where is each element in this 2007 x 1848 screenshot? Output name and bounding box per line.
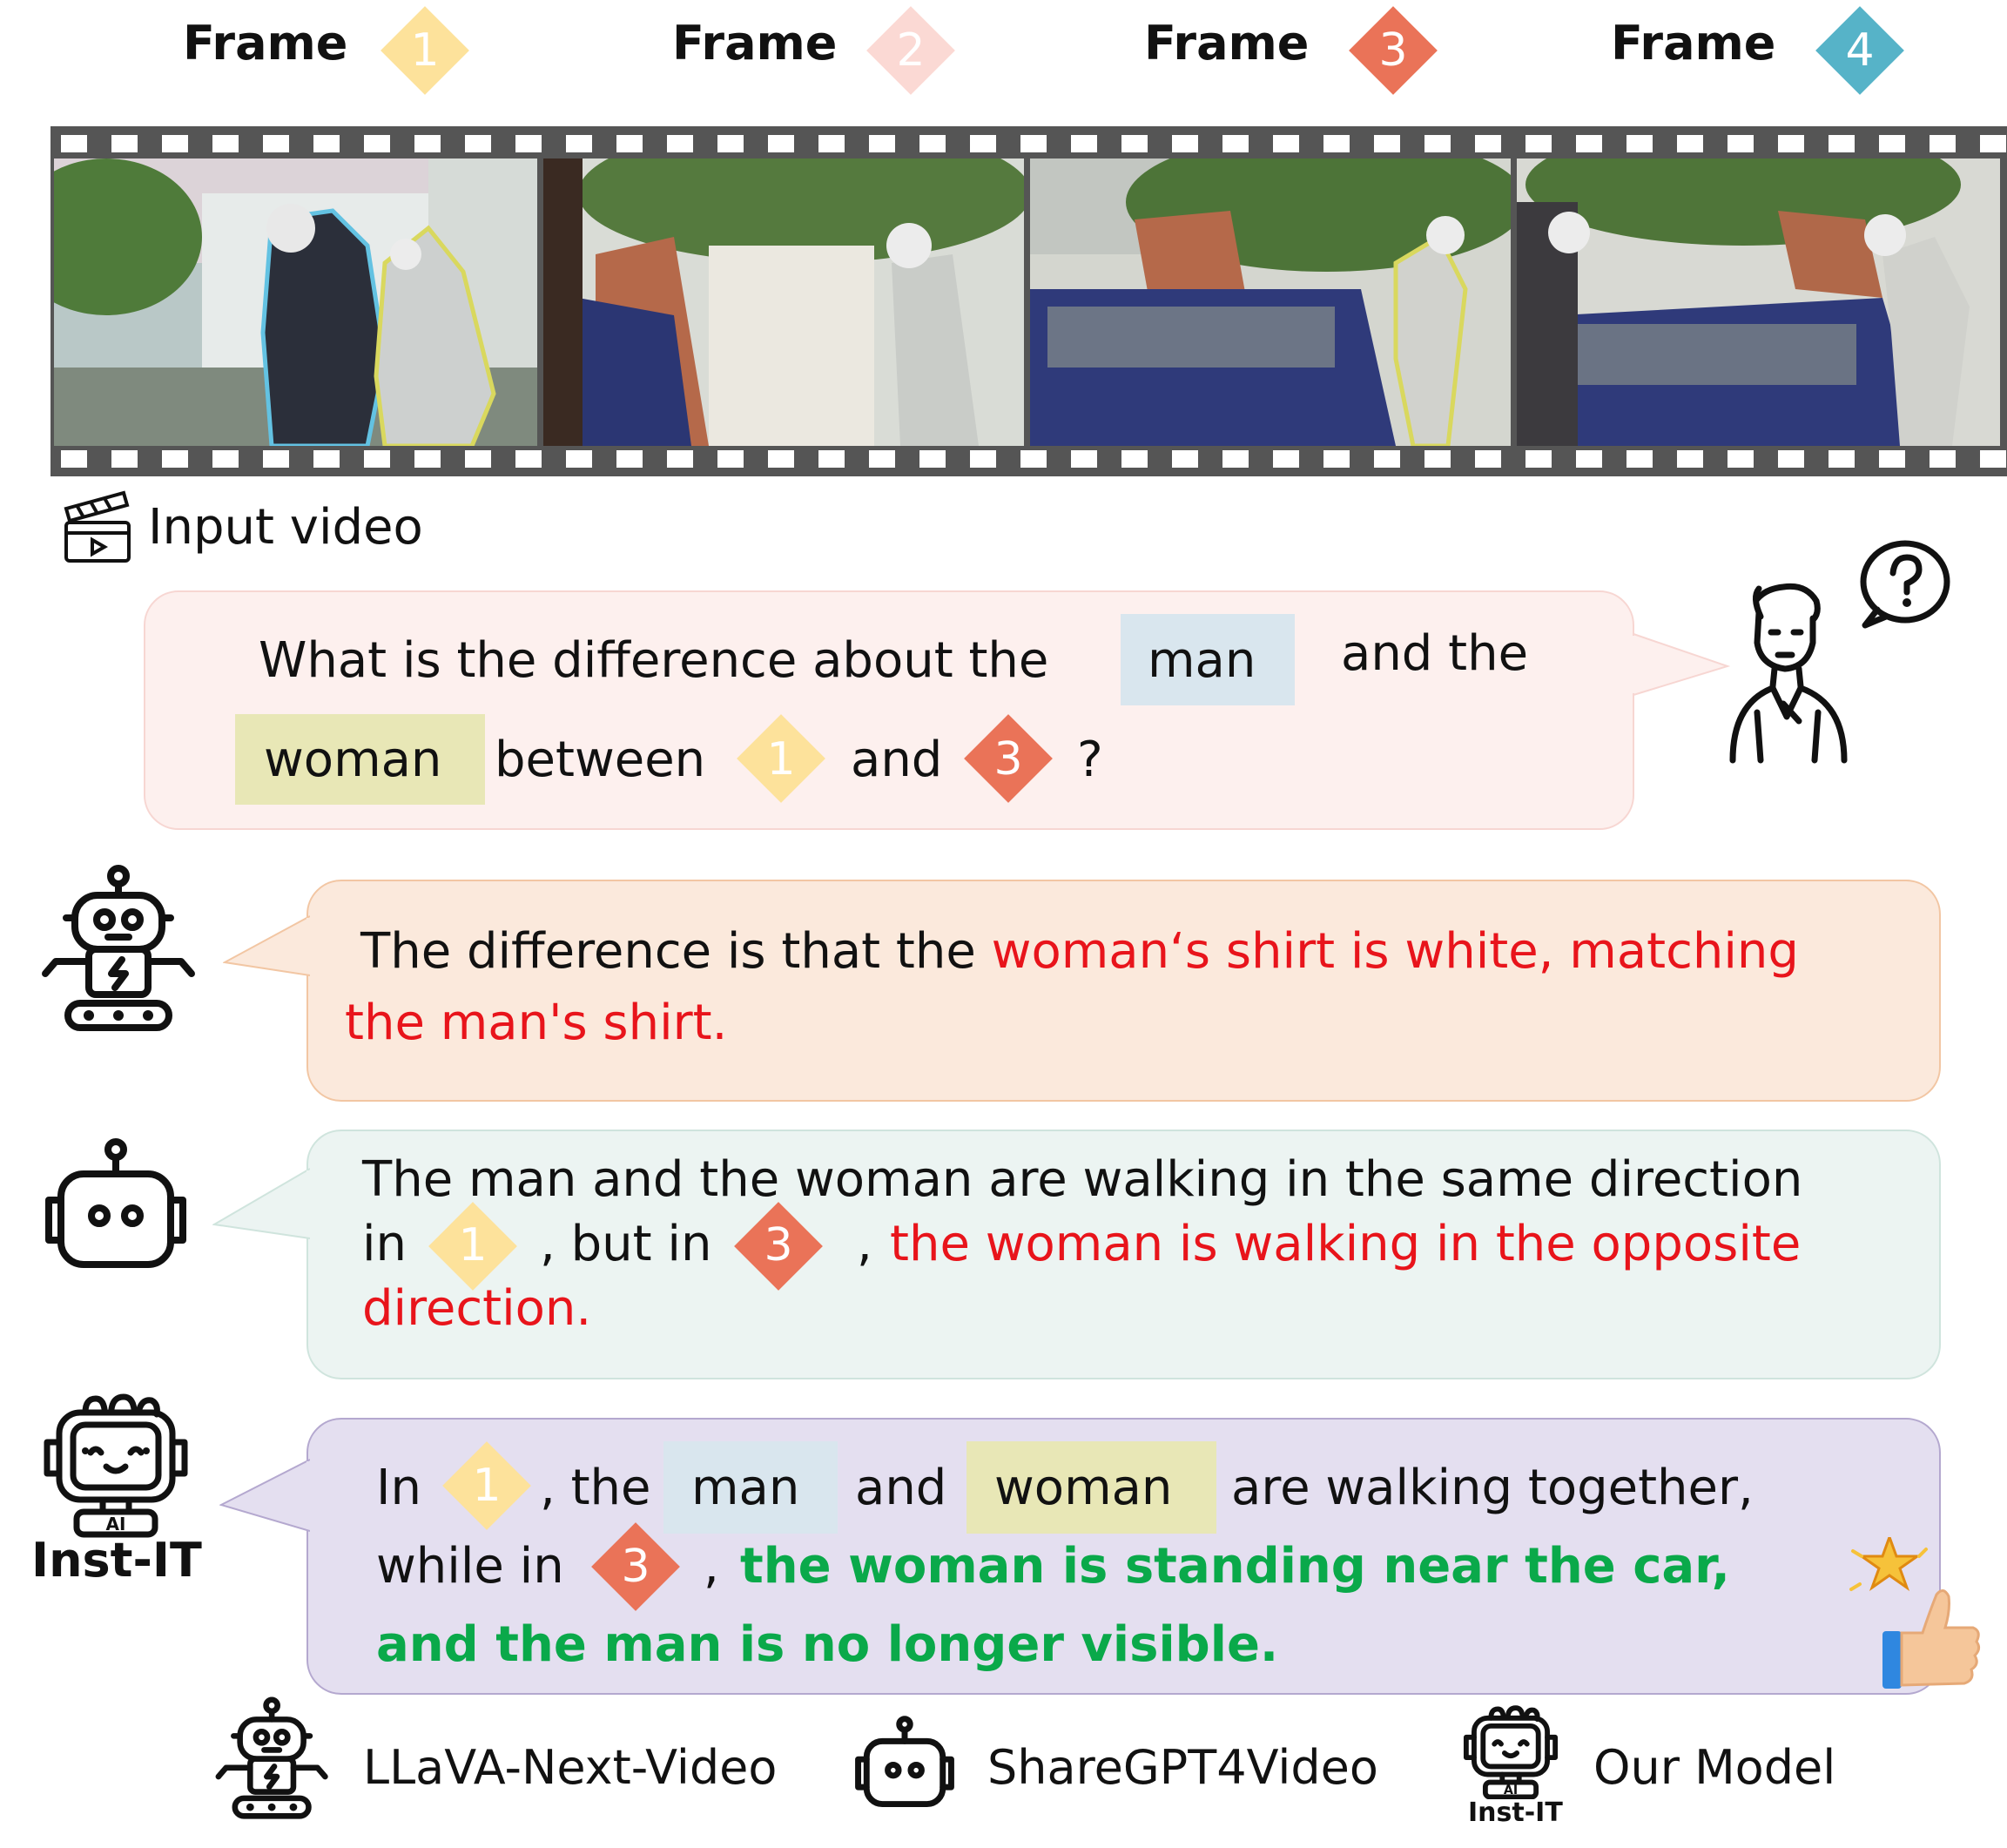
legend-robot-head-icon — [853, 1716, 956, 1810]
question-bubble-tail — [1632, 632, 1731, 697]
frame-4-label: Frame — [1611, 16, 1776, 71]
frame-3-label: Frame — [1144, 16, 1310, 71]
answer-sharegpt-frame-3-number: 3 — [764, 1219, 793, 1271]
robot-head-icon — [42, 1137, 190, 1272]
inst-it-robot-icon: AI — [42, 1390, 190, 1538]
answer-instit-comma: , — [704, 1538, 719, 1595]
legend-inst-it-robot-icon: AI — [1463, 1703, 1559, 1800]
frame-4-number: 4 — [1845, 24, 1875, 77]
answer-sharegpt-frame-1-number: 1 — [458, 1219, 488, 1271]
video-frame-1 — [54, 158, 537, 446]
question-man: man — [1148, 632, 1256, 689]
legend-our-model-label: Our Model — [1593, 1740, 1836, 1795]
question-between: between — [495, 732, 706, 788]
answer-instit-man: man — [691, 1460, 800, 1516]
clapperboard-icon — [61, 488, 132, 564]
answer-llava-bubble — [306, 880, 1941, 1102]
thumbs-up-icon — [1846, 1533, 1985, 1694]
answer-instit-in: In — [376, 1460, 422, 1516]
question-woman: woman — [264, 732, 442, 788]
question-frame-3-number: 3 — [993, 733, 1023, 786]
answer-instit-frame-3-number: 3 — [621, 1541, 650, 1593]
answer-instit-the: , the — [540, 1460, 651, 1516]
question-and: and — [851, 732, 943, 788]
inst-it-brand-label: Inst-IT — [31, 1533, 202, 1588]
answer-sharegpt-line-1: The man and the woman are walking in the… — [362, 1151, 1803, 1208]
answer-instit-while-in: while in — [376, 1538, 564, 1595]
legend-sharegpt-label: ShareGPT4Video — [987, 1740, 1378, 1795]
answer-instit-bubble-tail — [219, 1459, 310, 1532]
frame-2-label: Frame — [672, 16, 838, 71]
answer-llava-line-1: The difference is that the woman‘s shirt… — [360, 923, 1799, 980]
answer-instit-correct-text-2: and the man is no longer visible. — [376, 1616, 1279, 1673]
legend-inst-it-ai-badge: AI — [1504, 1784, 1518, 1797]
frame-3-number: 3 — [1378, 24, 1408, 77]
answer-llava-wrong-text-1: woman‘s shirt is white, matching — [991, 923, 1799, 980]
answer-sharegpt-wrong-text-1: the woman is walking in the opposite — [890, 1216, 1802, 1272]
answer-instit-and: and — [855, 1460, 947, 1516]
answer-sharegpt-in: in — [362, 1216, 407, 1272]
robot-tracked-icon — [38, 864, 199, 1034]
confused-person-icon — [1722, 538, 1957, 769]
answer-sharegpt-bubble-tail — [212, 1168, 310, 1239]
answer-llava-bubble-tail — [223, 915, 310, 976]
video-frame-4 — [1517, 158, 2000, 446]
answer-sharegpt-wrong-text-2: direction. — [362, 1280, 592, 1337]
answer-sharegpt-but-in: , but in — [540, 1216, 712, 1272]
input-video-label: Input video — [148, 499, 423, 556]
question-frame-1-number: 1 — [766, 733, 796, 786]
answer-instit-correct-text-1: the woman is standing near the car, — [740, 1538, 1730, 1595]
answer-instit-rest: are walking together, — [1231, 1460, 1754, 1516]
question-line-1: What is the difference about the — [259, 632, 1049, 689]
legend-llava-label: LLaVA-Next-Video — [363, 1740, 778, 1795]
answer-llava-wrong-text-2: the man's shirt. — [345, 995, 728, 1051]
video-frame-2 — [543, 158, 1024, 446]
inst-it-ai-badge: AI — [106, 1514, 126, 1534]
legend-inst-it-brand: Inst-IT — [1468, 1797, 1563, 1828]
answer-instit-frame-1-number: 1 — [472, 1460, 502, 1512]
frame-1-label: Frame — [183, 16, 348, 71]
answer-instit-woman: woman — [994, 1460, 1173, 1516]
legend-robot-tracked-icon — [213, 1696, 331, 1829]
question-and-the: and the — [1341, 625, 1529, 682]
question-mark: ? — [1077, 732, 1103, 788]
frame-1-number: 1 — [410, 24, 440, 77]
answer-sharegpt-comma: , — [857, 1216, 872, 1272]
answer-llava-plain-text: The difference is that the — [360, 923, 976, 980]
video-frame-3 — [1030, 158, 1511, 446]
frame-2-number: 2 — [896, 24, 926, 77]
